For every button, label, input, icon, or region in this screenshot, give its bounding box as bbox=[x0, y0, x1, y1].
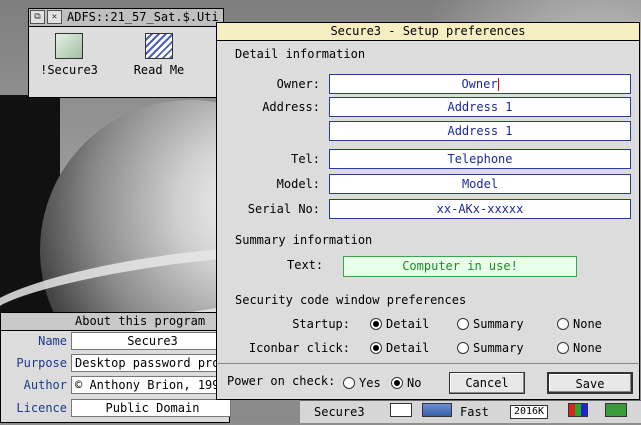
tel-label: Tel: bbox=[291, 152, 320, 166]
palette-icon bbox=[568, 403, 588, 417]
application-icon bbox=[55, 33, 83, 59]
file-label: Read Me bbox=[133, 63, 185, 77]
summary-heading: Summary information bbox=[235, 233, 373, 247]
file-secure3[interactable]: !Secure3 bbox=[39, 33, 99, 77]
address-row-2: Address 1 bbox=[217, 121, 641, 141]
model-field[interactable]: Model bbox=[329, 174, 631, 194]
about-window: About this program Name Secure3 Purpose … bbox=[0, 312, 231, 423]
serial-field[interactable]: xx-AKx-xxxxx bbox=[329, 199, 631, 219]
filer-title: ADFS::21_57_Sat.$.Utilities.Secure205 bbox=[67, 10, 219, 24]
radio-unselected-icon bbox=[343, 377, 355, 389]
filer-titlebar[interactable]: ⧉ ✕ ADFS::21_57_Sat.$.Utilities.Secure20… bbox=[29, 9, 223, 27]
iconbar-summary-radio[interactable]: Summary bbox=[457, 338, 524, 358]
setup-preferences-dialog: Secure3 - Setup preferences Detail infor… bbox=[216, 22, 640, 400]
save-button[interactable]: Save bbox=[547, 372, 633, 394]
display-icon bbox=[422, 403, 452, 417]
iconbar-palette[interactable] bbox=[568, 403, 588, 423]
about-value: Public Domain bbox=[71, 399, 231, 417]
dialog-action-bar: Power on check: Yes No Cancel Save bbox=[217, 363, 639, 400]
about-key: Purpose bbox=[16, 356, 67, 370]
power-on-no-radio[interactable]: No bbox=[391, 373, 421, 393]
radio-label: Detail bbox=[386, 341, 430, 355]
iconbar-fast[interactable]: Fast bbox=[460, 405, 489, 425]
iconbar-display[interactable] bbox=[422, 403, 452, 423]
radio-label: Summary bbox=[473, 341, 524, 355]
security-heading: Security code window preferences bbox=[235, 293, 467, 307]
about-key: Licence bbox=[16, 401, 67, 415]
file-readme[interactable]: Read Me bbox=[129, 33, 189, 77]
model-row: Model: Model bbox=[217, 174, 641, 194]
memory-icon: 2016K bbox=[510, 405, 548, 419]
about-row-name: Name Secure3 bbox=[1, 332, 231, 351]
task-manager-icon bbox=[605, 403, 627, 417]
dialog-title[interactable]: Secure3 - Setup preferences bbox=[217, 23, 639, 41]
startup-summary-radio[interactable]: Summary bbox=[457, 314, 524, 334]
iconbar-label: Secure3 bbox=[314, 405, 365, 419]
address-row: Address: Address 1 bbox=[217, 97, 641, 117]
iconbar-detail-radio[interactable]: Detail bbox=[370, 338, 429, 358]
radio-unselected-icon bbox=[557, 318, 569, 330]
startup-label: Startup: bbox=[292, 317, 350, 331]
owner-field[interactable]: Owner bbox=[329, 74, 631, 94]
radio-label: Detail bbox=[386, 317, 430, 331]
radio-unselected-icon bbox=[457, 342, 469, 354]
serial-label: Serial No: bbox=[247, 202, 320, 216]
text-label: Text: bbox=[287, 258, 324, 272]
radio-label: Summary bbox=[473, 317, 524, 331]
apps-icon bbox=[390, 403, 412, 417]
radio-selected-icon bbox=[391, 377, 403, 389]
iconbar-none-radio[interactable]: None bbox=[557, 338, 602, 358]
startup-detail-radio[interactable]: Detail bbox=[370, 314, 429, 334]
about-value: Secure3 bbox=[71, 332, 231, 350]
startup-row: Startup: Detail Summary None bbox=[217, 314, 641, 334]
address-field-2[interactable]: Address 1 bbox=[329, 121, 631, 141]
detail-heading: Detail information bbox=[235, 47, 366, 61]
iconbar-click-label: Iconbar click: bbox=[248, 341, 350, 355]
text-caret bbox=[497, 78, 499, 91]
owner-value: Owner bbox=[461, 77, 498, 91]
iconbar-apps[interactable] bbox=[390, 403, 412, 423]
about-value: Desktop password protection bbox=[71, 354, 231, 372]
filer-window: ⧉ ✕ ADFS::21_57_Sat.$.Utilities.Secure20… bbox=[28, 8, 224, 98]
about-row-licence: Licence Public Domain bbox=[1, 399, 231, 418]
address-field-1[interactable]: Address 1 bbox=[329, 97, 631, 117]
about-key: Author bbox=[23, 378, 67, 392]
startup-none-radio[interactable]: None bbox=[557, 314, 602, 334]
tel-row: Tel: Telephone bbox=[217, 149, 641, 169]
summary-text-field[interactable]: Computer in use! bbox=[343, 256, 577, 277]
radio-label: None bbox=[573, 317, 602, 331]
radio-selected-icon bbox=[370, 318, 382, 330]
radio-label: Yes bbox=[359, 376, 381, 390]
power-on-yes-radio[interactable]: Yes bbox=[343, 373, 381, 393]
file-label: !Secure3 bbox=[40, 63, 98, 77]
iconbar-task-manager[interactable] bbox=[605, 403, 627, 423]
radio-selected-icon bbox=[370, 342, 382, 354]
text-file-icon bbox=[145, 33, 173, 59]
close-icon[interactable]: ✕ bbox=[47, 10, 62, 24]
tel-field[interactable]: Telephone bbox=[329, 149, 631, 169]
iconbar-click-row: Iconbar click: Detail Summary None bbox=[217, 338, 641, 358]
iconbar-label: Fast bbox=[460, 405, 489, 419]
address-label: Address: bbox=[262, 100, 320, 114]
iconbar: Secure3 Fast 2016K bbox=[300, 400, 641, 423]
iconbar-memory[interactable]: 2016K bbox=[510, 403, 548, 423]
about-row-author: Author © Anthony Brion, 1994 bbox=[1, 376, 231, 395]
model-label: Model: bbox=[276, 177, 320, 191]
owner-row: Owner: Owner bbox=[217, 74, 641, 94]
back-icon[interactable]: ⧉ bbox=[30, 10, 45, 24]
radio-label: No bbox=[407, 376, 422, 390]
about-row-purpose: Purpose Desktop password protection bbox=[1, 354, 231, 373]
about-value: © Anthony Brion, 1994 bbox=[71, 376, 231, 394]
radio-unselected-icon bbox=[457, 318, 469, 330]
power-on-label: Power on check: bbox=[227, 374, 336, 388]
radio-label: None bbox=[573, 341, 602, 355]
iconbar-secure3[interactable]: Secure3 bbox=[314, 405, 365, 425]
serial-row: Serial No: xx-AKx-xxxxx bbox=[217, 199, 641, 219]
cancel-button[interactable]: Cancel bbox=[449, 372, 525, 394]
about-title[interactable]: About this program bbox=[1, 313, 229, 331]
owner-label: Owner: bbox=[276, 77, 320, 91]
radio-unselected-icon bbox=[557, 342, 569, 354]
about-key: Name bbox=[38, 334, 67, 348]
